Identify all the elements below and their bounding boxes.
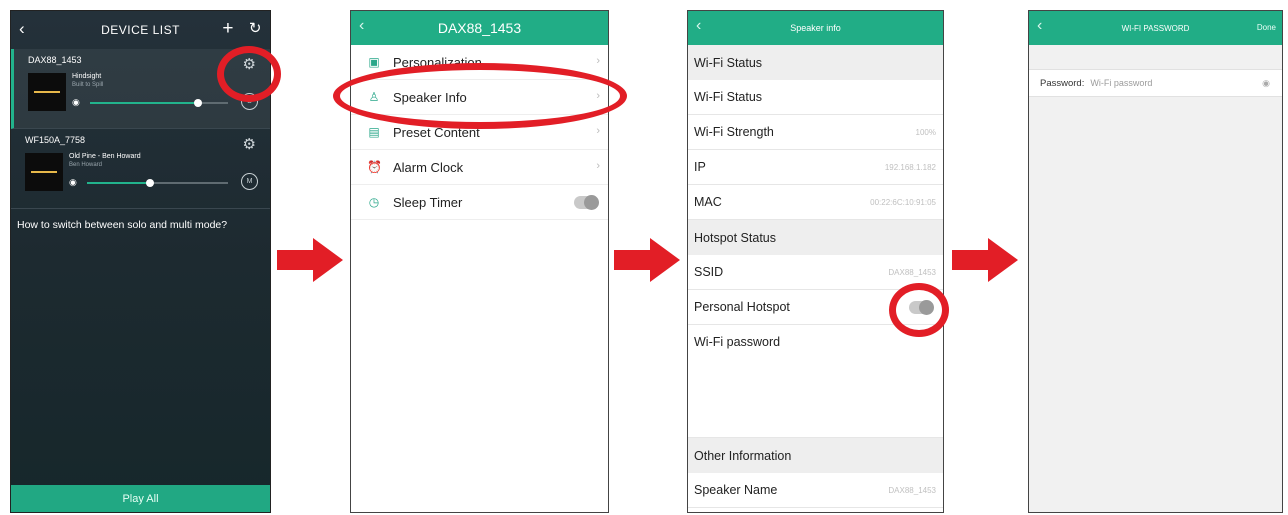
album-art — [25, 153, 63, 191]
speaker-info-screen: ‹ Speaker info Wi-Fi Status Wi-Fi Status… — [687, 10, 944, 513]
refresh-icon[interactable]: ↻ — [249, 19, 262, 37]
track-title: Hindsight — [72, 73, 102, 80]
wifi-password-screen: ‹ WI-FI PASSWORD Done Password: Wi-Fi pa… — [1028, 10, 1283, 513]
person-icon: ♙ — [368, 90, 380, 104]
chevron-right-icon: › — [596, 90, 600, 102]
device-list-screen: ‹ DEVICE LIST + ↻ DAX88_1453 ⚙ Hindsight… — [10, 10, 271, 513]
sleep-timer-toggle[interactable] — [574, 195, 599, 210]
volume-icon: ◉ — [69, 177, 77, 187]
menu-item-label: Sleep Timer — [393, 194, 463, 210]
row-value: 192.168.1.182 — [884, 163, 936, 172]
password-input[interactable]: Wi-Fi password — [1090, 78, 1152, 88]
volume-icon: ◉ — [72, 97, 80, 107]
info-row-wifi-status: Wi-Fi Status — [688, 80, 943, 115]
password-label: Password: — [1040, 77, 1085, 89]
gear-icon[interactable]: ⚙ — [243, 55, 256, 73]
section-header-wifi: Wi-Fi Status — [688, 45, 943, 80]
volume-knob[interactable] — [193, 99, 202, 107]
device-name: WF150A_7758 — [25, 135, 86, 145]
volume-slider[interactable] — [87, 179, 228, 187]
volume-fill — [90, 102, 198, 104]
info-row-wifi-strength: Wi-Fi Strength 100% — [688, 115, 943, 150]
info-row-wifi-password[interactable]: Wi-Fi password — [688, 325, 943, 438]
arrow-right-icon — [614, 238, 680, 282]
arrow-right-icon — [277, 238, 343, 282]
info-row-personal-hotspot: Personal Hotspot — [688, 290, 943, 325]
row-label: Personal Hotspot — [694, 300, 790, 314]
menu-item-sleep-timer[interactable]: ◷ Sleep Timer — [351, 185, 608, 220]
timer-icon: ◷ — [368, 195, 380, 209]
row-value: DAX88_1453 — [888, 268, 936, 277]
arrow-right-icon — [952, 238, 1018, 282]
row-value: 00:22:6C:10:91:05 — [870, 198, 936, 207]
menu-item-label: Alarm Clock — [393, 159, 464, 175]
info-row-speaker-name: Speaker Name DAX88_1453 — [688, 473, 943, 508]
speaker-info-header: ‹ Speaker info — [688, 11, 943, 45]
chevron-right-icon: › — [596, 55, 600, 67]
menu-item-preset-content[interactable]: ▤ Preset Content › — [351, 115, 608, 150]
page-title: DAX88_1453 — [437, 20, 522, 36]
show-password-icon[interactable]: ◉ — [1262, 78, 1270, 89]
back-icon[interactable]: ‹ — [19, 19, 25, 39]
page-title: DEVICE LIST — [101, 23, 180, 37]
row-label: MAC — [694, 195, 722, 209]
album-art — [28, 73, 66, 111]
row-label: Speaker Name — [694, 483, 778, 497]
row-value: 100% — [915, 128, 936, 137]
row-label: Wi-Fi Status — [694, 90, 763, 104]
solo-mode-icon[interactable]: S — [241, 93, 258, 110]
device-card-dax88[interactable]: DAX88_1453 ⚙ Hindsight Built to Spill ◉ … — [11, 49, 270, 129]
back-icon[interactable]: ‹ — [696, 17, 701, 35]
back-icon[interactable]: ‹ — [359, 17, 364, 35]
wifi-password-header: ‹ WI-FI PASSWORD Done — [1029, 11, 1282, 45]
menu-item-alarm-clock[interactable]: ⏰ Alarm Clock › — [351, 150, 608, 185]
password-field-row[interactable]: Password: Wi-Fi password ◉ — [1029, 69, 1282, 97]
row-label: SSID — [694, 265, 724, 279]
personalization-icon: ▣ — [368, 55, 380, 69]
device-name: DAX88_1453 — [28, 55, 82, 65]
help-question-link[interactable]: How to switch between solo and multi mod… — [11, 209, 270, 241]
info-row-ssid: SSID DAX88_1453 — [688, 255, 943, 290]
section-header-hotspot: Hotspot Status — [688, 220, 943, 255]
section-header-other: Other Information — [688, 438, 943, 473]
play-all-button[interactable]: Play All — [11, 485, 270, 512]
multi-mode-icon[interactable]: M — [241, 173, 258, 190]
alarm-clock-icon: ⏰ — [367, 160, 382, 174]
info-row-mac: MAC 00:22:6C:10:91:05 — [688, 185, 943, 220]
menu-item-label: Preset Content — [393, 124, 480, 140]
back-icon[interactable]: ‹ — [1037, 17, 1042, 35]
device-card-wf150a[interactable]: WF150A_7758 ⚙ Old Pine - Ben Howard Ben … — [11, 129, 270, 209]
volume-slider[interactable] — [90, 99, 228, 107]
track-title: Old Pine - Ben Howard — [69, 153, 141, 160]
tutorial-strip: ‹ DEVICE LIST + ↻ DAX88_1453 ⚙ Hindsight… — [0, 0, 1288, 515]
add-device-icon[interactable]: + — [222, 18, 234, 40]
preset-icon: ▤ — [368, 125, 380, 139]
volume-fill — [87, 182, 151, 184]
chevron-right-icon: › — [596, 125, 600, 137]
device-list-header: ‹ DEVICE LIST + ↻ — [11, 11, 270, 49]
row-label: Wi-Fi Strength — [694, 125, 774, 139]
speaker-menu-screen: ‹ DAX88_1453 ▣ Personalization › ♙ Speak… — [350, 10, 609, 513]
track-artist: Built to Spill — [72, 82, 104, 88]
page-title: Speaker info — [790, 23, 841, 33]
menu-item-label: Speaker Info — [393, 89, 467, 105]
menu-item-speaker-info[interactable]: ♙ Speaker Info › — [351, 80, 608, 115]
row-value: DAX88_1453 — [888, 486, 936, 495]
done-button[interactable]: Done — [1257, 23, 1276, 32]
volume-knob[interactable] — [146, 179, 155, 187]
personal-hotspot-toggle[interactable] — [909, 300, 934, 315]
speaker-menu-header: ‹ DAX88_1453 — [351, 11, 608, 45]
info-row-ip: IP 192.168.1.182 — [688, 150, 943, 185]
page-title: WI-FI PASSWORD — [1121, 23, 1190, 33]
row-label: Wi-Fi password — [694, 335, 781, 349]
menu-item-label: Personalization — [393, 54, 482, 70]
gear-icon[interactable]: ⚙ — [243, 135, 256, 153]
track-artist: Ben Howard — [69, 162, 103, 168]
chevron-right-icon: › — [596, 160, 600, 172]
menu-item-personalization[interactable]: ▣ Personalization › — [351, 45, 608, 80]
row-label: IP — [694, 160, 706, 174]
